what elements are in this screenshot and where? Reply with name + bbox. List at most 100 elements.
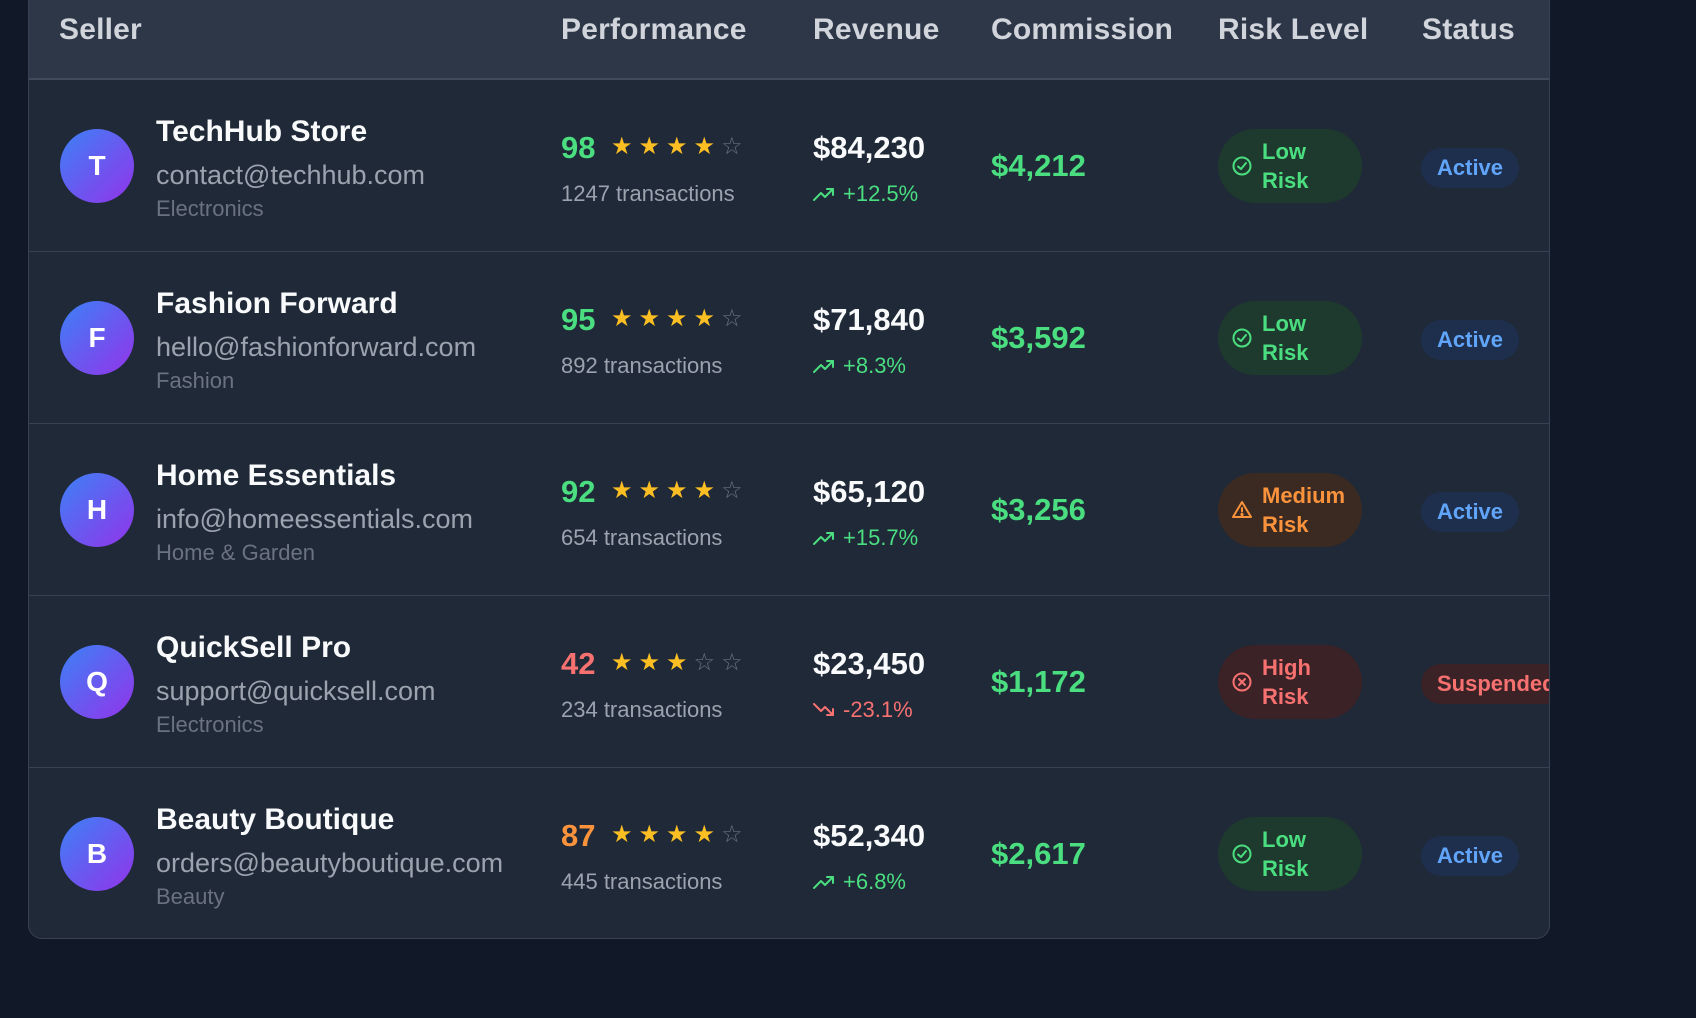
trend-percent: +8.3% <box>843 353 906 378</box>
table-row[interactable]: B Beauty Boutique orders@beautyboutique.co… <box>29 768 1549 938</box>
trending-up-icon <box>813 186 835 202</box>
performance-score: 87 <box>561 818 596 853</box>
star-empty-icon: ☆ <box>721 821 743 848</box>
star-empty-icon: ☆ <box>721 305 743 332</box>
table-header: Seller Performance Revenue Commission Ri… <box>29 0 1549 80</box>
trend-percent: +6.8% <box>843 869 906 894</box>
seller-email: contact@techhub.com <box>156 160 426 190</box>
star-filled-icon: ★ <box>638 133 661 160</box>
star-filled-icon: ★ <box>638 821 661 848</box>
header-performance[interactable]: Performance <box>561 13 747 47</box>
risk-label-suffix: Risk <box>1262 340 1309 365</box>
star-rating: ★ ★ ★ ☆ ☆ <box>611 648 743 678</box>
x-circle-icon <box>1232 672 1252 692</box>
header-risk-level[interactable]: Risk Level <box>1218 13 1368 47</box>
commission-value: $2,617 <box>991 836 1086 871</box>
star-filled-icon: ★ <box>666 649 688 676</box>
star-filled-icon: ★ <box>693 305 716 332</box>
risk-label: High Risk <box>1262 653 1344 711</box>
seller-category: Electronics <box>156 712 264 737</box>
star-filled-icon: ★ <box>611 305 633 332</box>
seller-name[interactable]: QuickSell Pro <box>156 631 351 665</box>
trending-up-icon <box>813 358 835 374</box>
risk-label: Low Risk <box>1262 309 1344 367</box>
revenue-value: $52,340 <box>813 818 926 853</box>
trending-down-icon <box>813 702 835 718</box>
table-row[interactable]: F Fashion Forward hello@fashionforward.com… <box>29 252 1549 424</box>
transaction-count: 892 transactions <box>561 353 723 378</box>
star-empty-icon: ☆ <box>721 649 743 676</box>
risk-label-suffix: Risk <box>1262 856 1309 881</box>
risk-label-level: Low <box>1262 139 1306 164</box>
revenue-trend: +12.5% <box>813 181 918 207</box>
seller-email: orders@beautyboutique.com <box>156 848 504 878</box>
star-filled-icon: ★ <box>638 305 661 332</box>
risk-label-level: Medium <box>1262 483 1346 508</box>
performance-score: 95 <box>561 302 596 337</box>
status-badge[interactable]: Active <box>1421 148 1520 188</box>
check-circle-icon <box>1232 328 1252 348</box>
header-seller[interactable]: Seller <box>59 13 142 47</box>
star-filled-icon: ★ <box>666 821 688 848</box>
avatar: Q <box>60 645 134 719</box>
star-rating: ★ ★ ★ ★ ☆ <box>611 132 743 162</box>
commission-value: $1,172 <box>991 664 1086 699</box>
risk-badge: Medium Risk <box>1218 473 1362 547</box>
seller-name[interactable]: Fashion Forward <box>156 287 398 321</box>
risk-badge: High Risk <box>1218 645 1362 719</box>
star-filled-icon: ★ <box>611 821 633 848</box>
star-filled-icon: ★ <box>611 477 633 504</box>
star-filled-icon: ★ <box>666 133 688 160</box>
transaction-count: 234 transactions <box>561 697 723 722</box>
revenue-value: $84,230 <box>813 130 926 165</box>
star-rating: ★ ★ ★ ★ ☆ <box>611 476 743 506</box>
revenue-trend: +8.3% <box>813 353 906 379</box>
transaction-count: 1247 transactions <box>561 181 735 206</box>
performance-score: 98 <box>561 130 596 165</box>
check-circle-icon <box>1232 156 1252 176</box>
seller-category: Beauty <box>156 884 225 909</box>
status-badge[interactable]: Active <box>1421 492 1520 532</box>
seller-name[interactable]: Beauty Boutique <box>156 803 394 837</box>
star-filled-icon: ★ <box>611 133 633 160</box>
table-row[interactable]: H Home Essentials info@homeessentials.com H… <box>29 424 1549 596</box>
avatar: H <box>60 473 134 547</box>
star-filled-icon: ★ <box>693 477 716 504</box>
seller-name[interactable]: TechHub Store <box>156 115 367 149</box>
avatar: T <box>60 129 134 203</box>
commission-value: $4,212 <box>991 148 1086 183</box>
table-row[interactable]: Q QuickSell Pro support@quicksell.com Elect… <box>29 596 1549 768</box>
star-filled-icon: ★ <box>666 305 688 332</box>
seller-email: hello@fashionforward.com <box>156 332 477 362</box>
star-filled-icon: ★ <box>638 649 661 676</box>
status-badge[interactable]: Active <box>1421 320 1520 360</box>
star-filled-icon: ★ <box>666 477 688 504</box>
seller-name[interactable]: Home Essentials <box>156 459 396 493</box>
header-revenue[interactable]: Revenue <box>813 13 939 47</box>
star-rating: ★ ★ ★ ★ ☆ <box>611 820 743 850</box>
trending-up-icon <box>813 874 835 890</box>
header-commission[interactable]: Commission <box>991 13 1173 47</box>
revenue-trend: +15.7% <box>813 525 918 551</box>
risk-badge: Low Risk <box>1218 817 1362 891</box>
commission-value: $3,592 <box>991 320 1086 355</box>
star-filled-icon: ★ <box>611 649 633 676</box>
risk-label: Low Risk <box>1262 137 1344 195</box>
risk-label-suffix: Risk <box>1262 168 1309 193</box>
table-row[interactable]: T TechHub Store contact@techhub.com Electro… <box>29 80 1549 252</box>
risk-badge: Low Risk <box>1218 301 1362 375</box>
status-badge[interactable]: Active <box>1421 836 1520 876</box>
seller-category: Fashion <box>156 368 235 393</box>
star-rating: ★ ★ ★ ★ ☆ <box>611 304 743 334</box>
header-status[interactable]: Status <box>1422 13 1515 47</box>
revenue-trend: -23.1% <box>813 697 913 723</box>
seller-category: Home & Garden <box>156 540 315 565</box>
risk-label: Low Risk <box>1262 825 1344 883</box>
transaction-count: 654 transactions <box>561 525 723 550</box>
status-badge[interactable]: Suspended <box>1421 664 1549 704</box>
seller-email: info@homeessentials.com <box>156 504 474 534</box>
check-circle-icon <box>1232 844 1252 864</box>
revenue-trend: +6.8% <box>813 869 906 895</box>
risk-label-suffix: Risk <box>1262 512 1309 537</box>
star-empty-icon: ☆ <box>693 649 716 676</box>
